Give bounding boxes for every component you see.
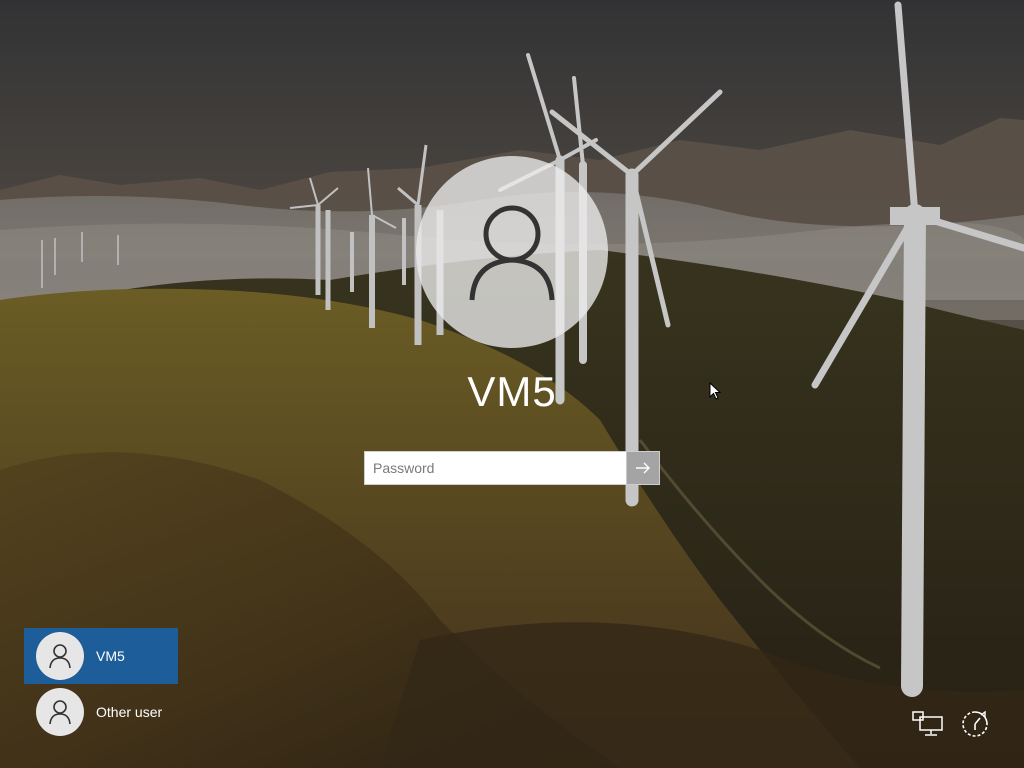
password-box [364, 451, 660, 485]
network-button[interactable] [910, 706, 946, 742]
user-item-vm5[interactable]: VM5 [24, 628, 178, 684]
avatar [36, 632, 84, 680]
password-input[interactable] [365, 452, 626, 484]
user-icon [49, 700, 71, 725]
user-list: VM5 Other user [24, 628, 178, 740]
ease-of-access-icon [962, 710, 988, 737]
submit-button[interactable] [626, 452, 659, 484]
user-icon [49, 644, 71, 669]
avatar [36, 688, 84, 736]
user-item-label: Other user [96, 704, 163, 720]
ease-of-access-button[interactable] [957, 706, 993, 742]
arrow-right-icon [636, 462, 650, 474]
user-item-label: VM5 [96, 648, 125, 664]
network-icon [912, 711, 943, 736]
user-avatar-large [416, 156, 608, 348]
user-icon [469, 205, 555, 301]
user-item-other-user[interactable]: Other user [24, 684, 178, 740]
mouse-pointer-icon [709, 382, 721, 400]
username-title: VM5 [467, 368, 557, 415]
